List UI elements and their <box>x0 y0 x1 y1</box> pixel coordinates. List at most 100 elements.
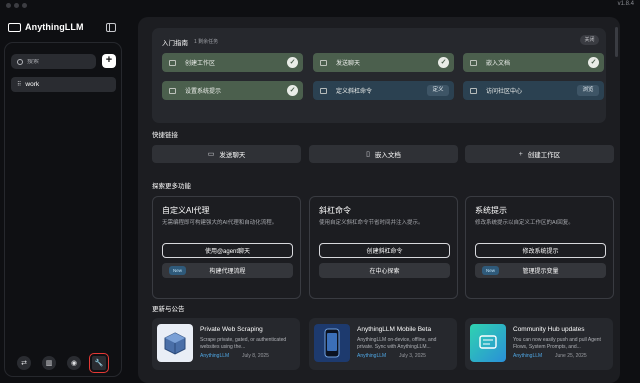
news-thumbnail <box>157 324 193 362</box>
news-thumbnail <box>470 324 506 362</box>
news-date: June 25, 2025 <box>555 353 587 359</box>
news-thumbnail <box>314 324 350 362</box>
check-icon: ✓ <box>588 57 599 68</box>
news-date: July 8, 2025 <box>242 353 269 359</box>
feature-description: 修改系统提示以自定义工作区的AI回复。 <box>475 220 574 226</box>
task-send-chat[interactable]: 发送聊天 ✓ <box>313 53 454 72</box>
news-card[interactable]: AnythingLLM Mobile Beta AnythingLLM on-d… <box>309 318 457 370</box>
quick-embed-document-button[interactable]: ▯ 嵌入文档 <box>309 145 458 163</box>
feature-card-system-prompt: 系统提示 修改系统提示以自定义工作区的AI回复。 修改系统提示 New 管理提示… <box>465 196 614 299</box>
new-badge: New <box>482 266 500 275</box>
main-content: 入门指南 1 剩余任务 关闭 创建工作区 ✓ 发送聊天 ✓ 嵌入文档 ✓ 设置系… <box>138 17 620 383</box>
task-label: 定义斜杠命令 <box>336 89 373 95</box>
task-system-prompt[interactable]: 设置系统提示 ✓ <box>162 81 303 100</box>
news-source: AnythingLLM <box>513 353 543 359</box>
quick-links-title: 快捷链接 <box>152 132 178 139</box>
sidebar-footer: ⇄ ▥ ◉ 🔧 <box>17 353 109 373</box>
feature-card-agents: 自定义AI代理 无需编程即可构建强大的AI代理和自动化流程。 使用@agent聊… <box>152 196 301 299</box>
minimize-window-button[interactable] <box>14 3 19 8</box>
task-label: 设置系统提示 <box>185 89 222 95</box>
settings-wrench-icon[interactable]: 🔧 <box>89 353 109 373</box>
news-source: AnythingLLM <box>200 353 230 359</box>
button-label: 修改系统提示 <box>522 249 559 255</box>
chat-with-agent-button[interactable]: 使用@agent聊天 <box>162 243 293 258</box>
logo-icon <box>8 22 21 32</box>
news-description: You can now easily push and pull Agent F… <box>513 337 601 350</box>
feature-card-slash-commands: 斜杠命令 使用自定义斜杠命令节省时间并注入提示。 创建斜杠命令 在中心探索 <box>309 196 458 299</box>
create-slash-command-button[interactable]: 创建斜杠命令 <box>319 243 450 258</box>
chat-icon: ▭ <box>207 151 215 158</box>
button-label: 在中心探索 <box>369 269 400 275</box>
new-workspace-button[interactable]: + <box>102 54 116 68</box>
maximize-window-button[interactable] <box>22 3 27 8</box>
drag-handle-icon[interactable]: ⠿ <box>17 81 22 88</box>
cube-icon <box>164 332 186 355</box>
quick-create-workspace-button[interactable]: + 创建工作区 <box>465 145 614 163</box>
explore-title: 探索更多功能 <box>152 183 191 190</box>
browse-button[interactable]: 浏览 <box>577 85 599 96</box>
app-logo: AnythingLLM <box>8 22 84 32</box>
docs-book-icon[interactable]: ▥ <box>42 356 56 370</box>
explore-hub-button[interactable]: 在中心探索 <box>319 263 450 278</box>
sidebar-toggle-icon[interactable] <box>106 23 116 32</box>
button-label: 使用@agent聊天 <box>204 249 251 255</box>
news-card[interactable]: Community Hub updates You can now easily… <box>465 318 613 370</box>
feature-title: 自定义AI代理 <box>162 206 210 215</box>
button-label: 构建代理流程 <box>209 269 246 275</box>
check-icon: ✓ <box>287 57 298 68</box>
task-community-hub[interactable]: 访问社区中心 浏览 <box>463 81 604 100</box>
build-agent-flow-button[interactable]: New 构建代理流程 <box>162 263 293 278</box>
search-icon <box>17 58 23 65</box>
check-icon: ✓ <box>287 85 298 96</box>
workspace-icon <box>169 59 176 66</box>
sidebar: AnythingLLM + ⠿ work ⇄ ▥ ◉ 🔧 <box>0 12 130 383</box>
task-embed-document[interactable]: 嵌入文档 ✓ <box>463 53 604 72</box>
news-title-text: AnythingLLM Mobile Beta <box>357 326 432 333</box>
task-label: 创建工作区 <box>185 61 216 67</box>
chat-bubble-icon <box>479 335 497 349</box>
community-icon <box>470 87 477 94</box>
workspace-label: work <box>25 81 40 88</box>
manage-prompt-variables-button[interactable]: New 管理提示变量 <box>475 263 606 278</box>
news-title-text: Private Web Scraping <box>200 326 263 333</box>
button-label: 创建斜杠命令 <box>366 249 403 255</box>
task-label: 嵌入文档 <box>486 61 511 67</box>
new-badge: New <box>169 266 187 275</box>
news-card[interactable]: Private Web Scraping Scrape private, gat… <box>152 318 300 370</box>
news-description: AnythingLLM on-device, offline, and priv… <box>357 337 437 350</box>
quick-link-label: 发送聊天 <box>219 152 246 159</box>
task-create-workspace[interactable]: 创建工作区 ✓ <box>162 53 303 72</box>
community-hub-icon[interactable]: ⇄ <box>17 356 31 370</box>
quick-send-chat-button[interactable]: ▭ 发送聊天 <box>152 145 301 163</box>
search-box[interactable] <box>11 54 96 69</box>
search-input[interactable] <box>27 58 87 65</box>
task-slash-command[interactable]: 定义斜杠命令 定义 <box>313 81 454 100</box>
feature-description: 使用自定义斜杠命令节省时间并注入提示。 <box>319 220 424 226</box>
news-title: 更新与公告 <box>152 306 185 313</box>
quick-link-label: 嵌入文档 <box>374 152 401 159</box>
close-window-button[interactable] <box>6 3 11 8</box>
edit-system-prompt-button[interactable]: 修改系统提示 <box>475 243 606 258</box>
task-label: 访问社区中心 <box>486 89 523 95</box>
workspace-panel: + ⠿ work <box>4 42 122 377</box>
prompt-icon <box>169 87 176 94</box>
discord-icon[interactable]: ◉ <box>67 356 81 370</box>
title-bar: v1.8.4 <box>0 0 640 12</box>
task-label: 发送聊天 <box>336 61 361 67</box>
check-icon: ✓ <box>438 57 449 68</box>
chat-icon <box>320 59 327 66</box>
intro-close-button[interactable]: 关闭 <box>580 35 599 45</box>
intro-title: 入门指南 <box>162 40 188 47</box>
feature-description: 无需编程即可构建强大的AI代理和自动化流程。 <box>162 220 278 226</box>
slash-command-icon <box>320 87 327 94</box>
document-icon <box>470 59 477 66</box>
scrollbar[interactable] <box>615 27 618 57</box>
news-description: Scrape private, gated, or authenticated … <box>200 337 287 350</box>
app-version: v1.8.4 <box>617 1 634 7</box>
workspace-item-work[interactable]: ⠿ work <box>11 77 116 92</box>
feature-title: 系统提示 <box>475 206 507 215</box>
getting-started-panel: 入门指南 1 剩余任务 关闭 创建工作区 ✓ 发送聊天 ✓ 嵌入文档 ✓ 设置系… <box>152 28 606 123</box>
logo-text: AnythingLLM <box>25 22 84 32</box>
define-button[interactable]: 定义 <box>427 85 449 96</box>
news-source: AnythingLLM <box>357 353 387 359</box>
